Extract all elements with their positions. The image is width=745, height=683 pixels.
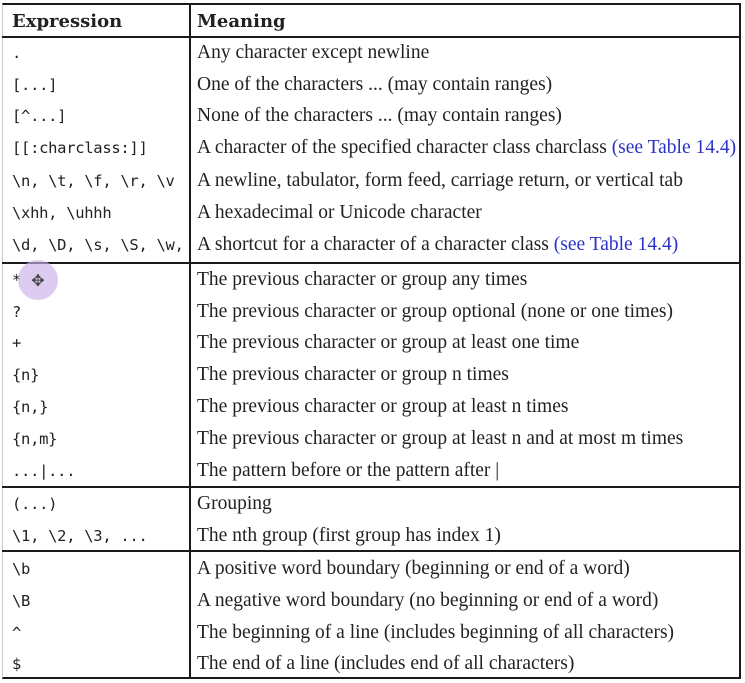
- expression-cell: $: [12, 655, 22, 673]
- table-row: [[:charclass:]] A character of the specif…: [2, 132, 741, 164]
- section-rule: [2, 262, 741, 264]
- meaning-text: A character of the specified character c…: [197, 137, 607, 158]
- table-reference-link[interactable]: (see Table 14.4): [549, 234, 678, 255]
- expression-cell: ^: [12, 624, 22, 642]
- table-row: \d, \D, \s, \S, \w, \W A shortcut for a c…: [2, 229, 741, 261]
- meaning-cell: The previous character or group at least…: [189, 396, 741, 418]
- meaning-text: A newline, tabulator, form feed, carriag…: [197, 170, 683, 191]
- meaning-text: The previous character or group at least…: [197, 428, 684, 449]
- meaning-text: The previous character or group at least…: [197, 396, 569, 417]
- meaning-cell: The previous character or group n times: [189, 364, 741, 386]
- table-row: \1, \2, \3, ... The nth group (first grou…: [2, 520, 741, 552]
- expression-cell: (...): [12, 495, 58, 513]
- table-reference-link[interactable]: (see Table 14.4): [607, 137, 736, 158]
- meaning-cell: The previous character or group at least…: [189, 428, 741, 450]
- section-rule: [2, 550, 741, 552]
- table-row: ^ The beginning of a line (includes begin…: [2, 617, 741, 649]
- table-row: ...|... The pattern before or the pattern…: [2, 455, 741, 487]
- meaning-cell: The previous character or group any time…: [189, 269, 741, 291]
- expression-cell: [^...]: [12, 107, 67, 125]
- meaning-cell: A positive word boundary (beginning or e…: [189, 558, 741, 580]
- table-row: $ The end of a line (includes end of all …: [2, 648, 741, 680]
- table-row: ? The previous character or group optiona…: [2, 296, 741, 328]
- meaning-cell: None of the characters ... (may contain …: [189, 105, 741, 127]
- header-expression: Expression: [12, 10, 123, 32]
- meaning-text: The end of a line (includes end of all c…: [197, 653, 575, 674]
- expression-cell: {n}: [12, 366, 40, 384]
- meaning-cell: Any character except newline: [189, 42, 741, 64]
- table-row: . Any character except newline: [2, 37, 741, 69]
- table-row: {n,m} The previous character or group at …: [2, 423, 741, 455]
- meaning-cell: A newline, tabulator, form feed, carriag…: [189, 170, 741, 192]
- expression-cell: {n,}: [12, 398, 49, 416]
- meaning-text: The pattern before or the pattern after …: [197, 460, 500, 481]
- meaning-cell: A character of the specified character c…: [189, 137, 741, 159]
- table-row: \B A negative word boundary (no beginning…: [2, 585, 741, 617]
- table-row: {n} The previous character or group n tim…: [2, 359, 741, 391]
- meaning-text: None of the characters ... (may contain …: [197, 105, 562, 126]
- meaning-cell: A shortcut for a character of a characte…: [189, 234, 741, 256]
- meaning-cell: Grouping: [189, 493, 741, 515]
- expression-cell: .: [12, 44, 22, 62]
- meaning-cell: The beginning of a line (includes beginn…: [189, 622, 741, 644]
- meaning-cell: A negative word boundary (no beginning o…: [189, 590, 741, 612]
- table-row: \b A positive word boundary (beginning or…: [2, 553, 741, 585]
- expression-cell: \B: [12, 592, 31, 610]
- meaning-cell: The previous character or group at least…: [189, 332, 741, 354]
- section-rule: [2, 486, 741, 488]
- meaning-text: The nth group (first group has index 1): [197, 525, 501, 546]
- table-row: {n,} The previous character or group at l…: [2, 391, 741, 423]
- meaning-text: A negative word boundary (no beginning o…: [197, 590, 659, 611]
- table-row: [^...] None of the characters ... (may co…: [2, 100, 741, 132]
- table-row: [...] One of the characters ... (may cont…: [2, 69, 741, 101]
- meaning-text: A hexadecimal or Unicode character: [197, 202, 482, 223]
- meaning-cell: The nth group (first group has index 1): [189, 525, 741, 547]
- header-meaning: Meaning: [197, 10, 286, 32]
- expression-cell: ?: [12, 303, 22, 321]
- meaning-text: A positive word boundary (beginning or e…: [197, 558, 630, 579]
- meaning-cell: The previous character or group optional…: [189, 301, 741, 323]
- meaning-text: Any character except newline: [197, 42, 430, 63]
- table-row: (...) Grouping: [2, 488, 741, 520]
- table-row: + The previous character or group at leas…: [2, 327, 741, 359]
- meaning-cell: One of the characters ... (may contain r…: [189, 74, 741, 96]
- expression-cell: \n, \t, \f, \r, \v: [12, 172, 175, 190]
- expression-cell: \b: [12, 560, 31, 578]
- meaning-cell: A hexadecimal or Unicode character: [189, 202, 741, 224]
- expression-cell: \d, \D, \s, \S, \w, \W: [12, 236, 189, 254]
- expression-cell: +: [12, 334, 22, 352]
- meaning-text: The previous character or group any time…: [197, 269, 528, 290]
- meaning-cell: The end of a line (includes end of all c…: [189, 653, 741, 675]
- meaning-text: The beginning of a line (includes beginn…: [197, 622, 675, 643]
- meaning-text: A shortcut for a character of a characte…: [197, 234, 549, 255]
- meaning-text: Grouping: [197, 493, 272, 514]
- move-cursor-icon: ✥: [18, 260, 58, 300]
- table-row: \n, \t, \f, \r, \v A newline, tabulator, …: [2, 165, 741, 197]
- table-header: Expression Meaning: [2, 5, 741, 37]
- meaning-text: One of the characters ... (may contain r…: [197, 74, 553, 95]
- expression-cell: \xhh, \uhhh: [12, 204, 112, 222]
- expression-cell: [...]: [12, 76, 58, 94]
- meaning-text: The previous character or group n times: [197, 364, 509, 385]
- table-row: * The previous character or group any tim…: [2, 264, 741, 296]
- meaning-text: The previous character or group at least…: [197, 332, 580, 353]
- expression-cell: ...|...: [12, 462, 76, 480]
- expression-cell: {n,m}: [12, 430, 58, 448]
- meaning-text: The previous character or group optional…: [197, 301, 673, 322]
- expression-cell: \1, \2, \3, ...: [12, 527, 148, 545]
- meaning-cell: The pattern before or the pattern after …: [189, 460, 741, 482]
- table-row: \xhh, \uhhh A hexadecimal or Unicode char…: [2, 197, 741, 229]
- expression-cell: [[:charclass:]]: [12, 139, 148, 157]
